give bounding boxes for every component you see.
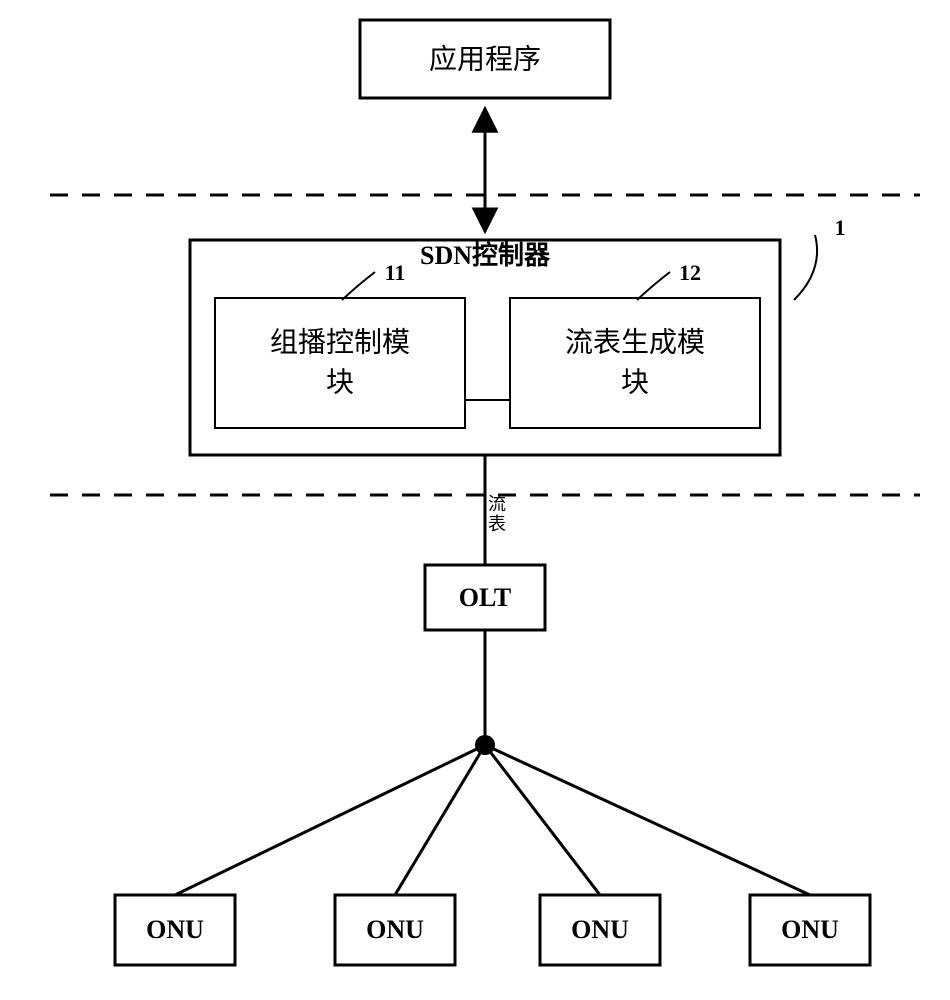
olt-box: OLT <box>425 565 545 630</box>
ref-1-leader <box>794 235 817 300</box>
onu-box-4: ONU <box>750 895 870 965</box>
ref-1-label: 1 <box>835 215 846 240</box>
onu-box-1: ONU <box>115 895 235 965</box>
diagram-canvas: 应用程序 SDN控制器 1 组播控制模 块 11 流表生成模 块 12 <box>0 0 950 1000</box>
sdn-controller-title: SDN控制器 <box>420 241 551 270</box>
onu-box-2: ONU <box>335 895 455 965</box>
onu-label-4: ONU <box>781 915 839 944</box>
multicast-line1: 组播控制模 <box>270 326 410 358</box>
onu-label-1: ONU <box>146 915 204 944</box>
multicast-module-box: 组播控制模 块 <box>215 298 465 428</box>
onu-label-2: ONU <box>366 915 424 944</box>
onu-box-3: ONU <box>540 895 660 965</box>
onu-label-3: ONU <box>571 915 629 944</box>
ref-11-label: 11 <box>385 260 406 285</box>
splitter-onu-3 <box>485 745 600 895</box>
splitter-onu-4 <box>485 745 810 895</box>
flowtable-line1: 流表生成模 <box>565 326 705 358</box>
ref-12-label: 12 <box>679 260 701 285</box>
application-box: 应用程序 <box>360 20 610 98</box>
flowtable-module-box: 流表生成模 块 <box>510 298 760 428</box>
sdn-controller-box: SDN控制器 1 组播控制模 块 11 流表生成模 块 12 <box>190 215 846 455</box>
flow-label-c2: 表 <box>488 514 506 534</box>
multicast-line2: 块 <box>326 367 354 398</box>
application-label: 应用程序 <box>429 43 541 75</box>
flowtable-line2: 块 <box>621 367 649 398</box>
flow-label-c1: 流 <box>488 494 506 514</box>
olt-label: OLT <box>459 583 512 612</box>
